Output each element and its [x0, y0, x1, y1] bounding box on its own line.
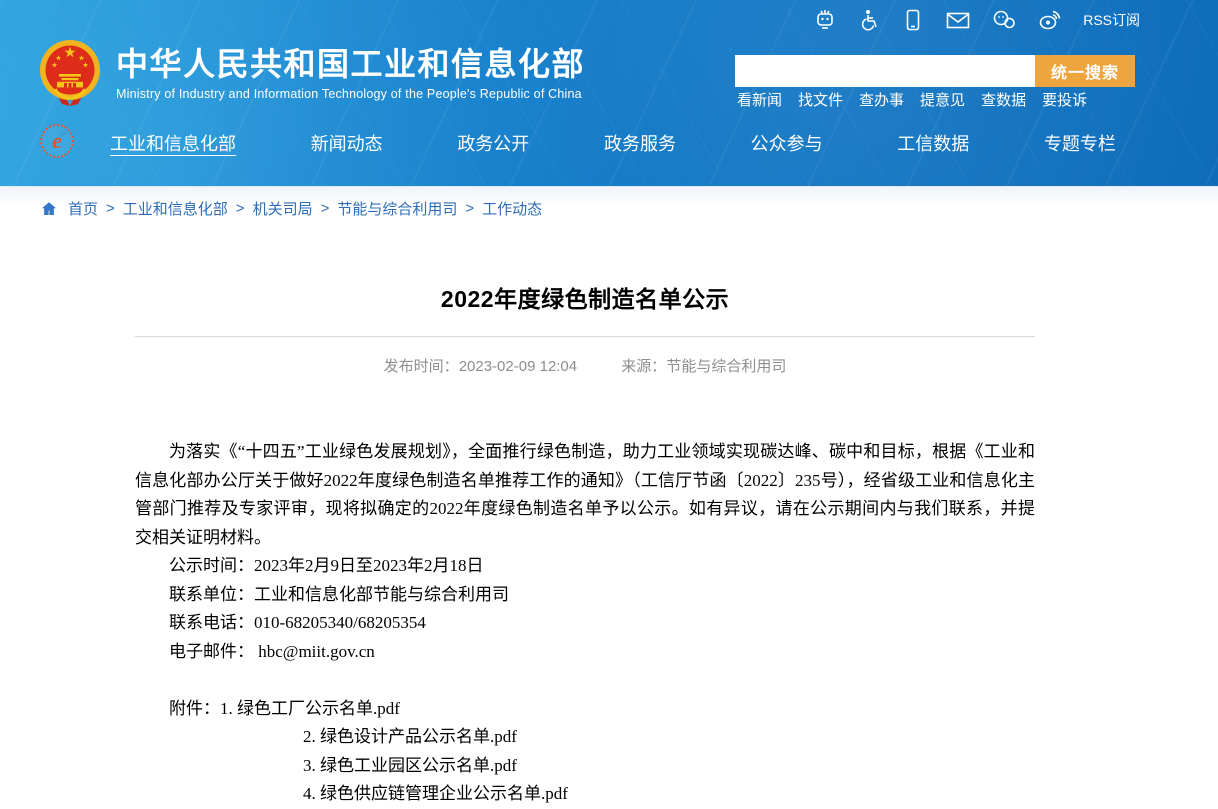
- search-button[interactable]: 统一搜索: [1035, 55, 1135, 87]
- article-body: 为落实《“十四五”工业绿色发展规划》，全面推行绿色制造，助力工业领域实现碳达峰、…: [135, 438, 1035, 809]
- unified-search: 统一搜索: [735, 55, 1135, 87]
- quick-link-documents[interactable]: 找文件: [798, 89, 843, 110]
- attachment-row: 3. 绿色工业园区公示名单.pdf: [135, 752, 1035, 781]
- spacer: [135, 666, 1035, 695]
- breadcrumb-miit[interactable]: 工业和信息化部: [123, 198, 228, 219]
- search-input[interactable]: [735, 55, 1035, 87]
- source-label: 来源：: [621, 358, 666, 375]
- quick-link-data[interactable]: 查数据: [981, 89, 1026, 110]
- breadcrumb-energy-dept[interactable]: 节能与综合利用司: [337, 198, 457, 219]
- topbar-icon-row: RSS订阅: [813, 8, 1140, 32]
- publish-time-label: 发布时间：: [384, 358, 459, 375]
- breadcrumb-work-dynamics[interactable]: 工作动态: [482, 198, 542, 219]
- rss-subscribe-link[interactable]: RSS订阅: [1083, 10, 1140, 30]
- nav-item-gov-disclosure[interactable]: 政务公开: [457, 130, 529, 156]
- publish-time-value: 2023-02-09 12:04: [459, 358, 577, 375]
- miit-e-logo-icon: e: [40, 124, 74, 158]
- attachment-row: 4. 绿色供应链管理企业公示名单.pdf: [135, 780, 1035, 809]
- assistant-robot-icon[interactable]: [813, 8, 837, 32]
- nav-item-news[interactable]: 新闻动态: [311, 130, 383, 156]
- lead-paragraph: 为落实《“十四五”工业绿色发展规划》，全面推行绿色制造，助力工业领域实现碳达峰、…: [135, 438, 1035, 552]
- publicity-period-line: 公示时间：2023年2月9日至2023年2月18日: [135, 552, 1035, 581]
- site-header: RSS订阅 中华: [0, 0, 1218, 186]
- accessibility-icon[interactable]: [857, 8, 881, 32]
- weibo-icon[interactable]: [1037, 8, 1063, 32]
- article: 2022年度绿色制造名单公示 发布时间：2023-02-09 12:04 来源：…: [135, 280, 1035, 809]
- attachment-row: 附件：1. 绿色工厂公示名单.pdf: [135, 695, 1035, 724]
- main-nav: e 工业和信息化部 新闻动态 政务公开 政务服务 公众参与 工信数据 专题专栏: [0, 122, 1218, 164]
- attachment-link-green-supply-chain[interactable]: 4. 绿色供应链管理企业公示名单.pdf: [303, 784, 568, 803]
- wechat-icon[interactable]: [991, 8, 1017, 32]
- source-value: 节能与综合利用司: [666, 358, 786, 375]
- nav-item-special-topics[interactable]: 专题专栏: [1044, 130, 1116, 156]
- attachment-link-green-design-products[interactable]: 2. 绿色设计产品公示名单.pdf: [303, 727, 517, 746]
- attachment-link-green-factory[interactable]: 1. 绿色工厂公示名单.pdf: [220, 699, 400, 718]
- breadcrumb-home[interactable]: 首页: [68, 198, 98, 219]
- contact-unit-line: 联系单位：工业和信息化部节能与综合利用司: [135, 581, 1035, 610]
- nav-item-miit[interactable]: 工业和信息化部: [110, 130, 236, 156]
- attachment-row: 2. 绿色设计产品公示名单.pdf: [135, 723, 1035, 752]
- quick-link-feedback[interactable]: 提意见: [920, 89, 965, 110]
- breadcrumb-departments[interactable]: 机关司局: [253, 198, 313, 219]
- home-icon[interactable]: [40, 200, 58, 218]
- article-meta: 发布时间：2023-02-09 12:04 来源：节能与综合利用司: [135, 355, 1035, 376]
- attachments-label: 附件：: [169, 699, 220, 718]
- brand-link[interactable]: 中华人民共和国工业和信息化部 Ministry of Industry and …: [38, 38, 585, 108]
- mail-icon[interactable]: [945, 8, 971, 32]
- contact-email-line: 电子邮件： hbc@miit.gov.cn: [135, 638, 1035, 667]
- nav-item-gov-services[interactable]: 政务服务: [604, 130, 676, 156]
- quick-link-complaint[interactable]: 要投诉: [1042, 89, 1087, 110]
- national-emblem-icon: [38, 38, 102, 108]
- quick-link-services[interactable]: 查办事: [859, 89, 904, 110]
- nav-item-public-participation[interactable]: 公众参与: [751, 130, 823, 156]
- mobile-icon[interactable]: [901, 8, 925, 32]
- quick-links-row: 看新闻 找文件 查办事 提意见 查数据 要投诉: [737, 89, 1087, 110]
- site-title: 中华人民共和国工业和信息化部: [116, 45, 585, 83]
- breadcrumb-bar: 首页 > 工业和信息化部 > 机关司局 > 节能与综合利用司 > 工作动态: [0, 186, 1218, 230]
- breadcrumb: 首页 > 工业和信息化部 > 机关司局 > 节能与综合利用司 > 工作动态: [40, 198, 542, 219]
- title-divider: [135, 336, 1035, 337]
- page-title: 2022年度绿色制造名单公示: [135, 280, 1035, 314]
- contact-phone-line: 联系电话：010-68205340/68205354: [135, 609, 1035, 638]
- nav-item-miit-data[interactable]: 工信数据: [897, 130, 969, 156]
- quick-link-news[interactable]: 看新闻: [737, 89, 782, 110]
- attachment-link-green-industrial-parks[interactable]: 3. 绿色工业园区公示名单.pdf: [303, 756, 517, 775]
- site-subtitle: Ministry of Industry and Information Tec…: [116, 87, 585, 101]
